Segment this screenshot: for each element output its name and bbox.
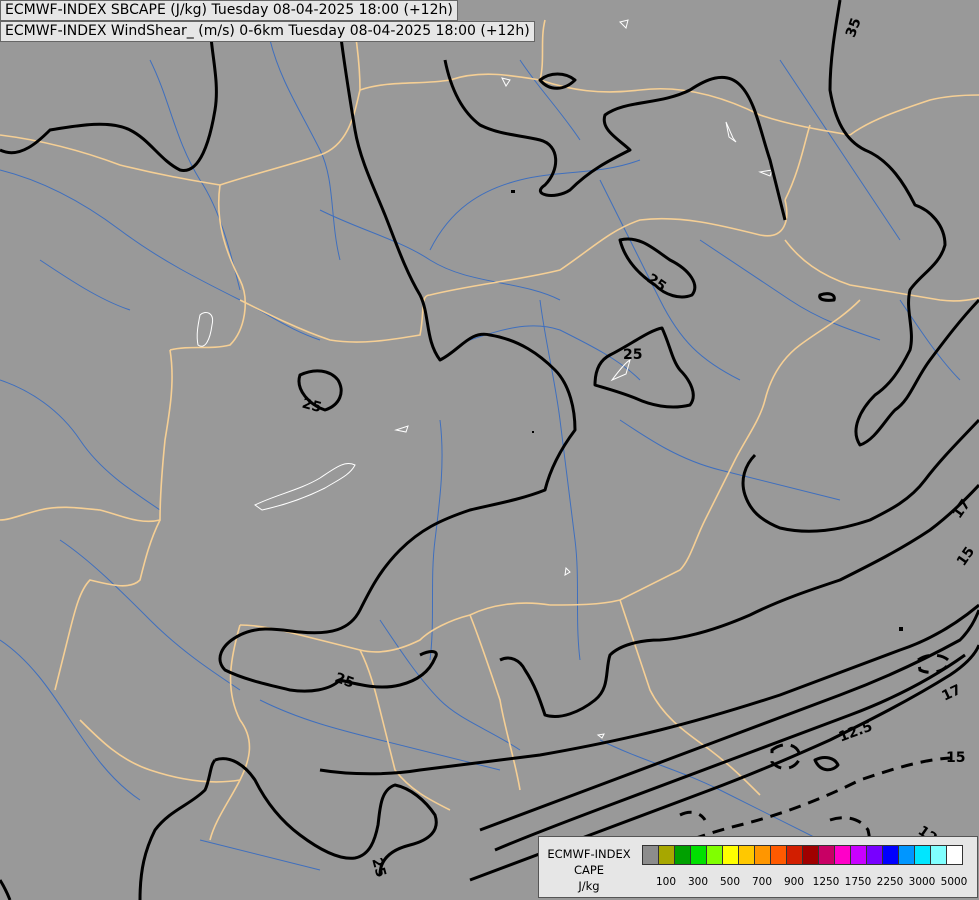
legend-tick-label: 500 [719, 876, 741, 888]
legend-tick-label: 100 [655, 876, 677, 888]
legend-model: ECMWF-INDEX [547, 847, 631, 861]
legend-swatch [930, 845, 947, 865]
legend-parameter: CAPE [573, 863, 605, 877]
legend-swatch [706, 845, 723, 865]
legend-swatch [818, 845, 835, 865]
legend-tick-label: 900 [783, 876, 805, 888]
legend-tick-label: 3000 [908, 876, 936, 888]
grid-point-marker [511, 190, 515, 193]
legend-color-scale [642, 845, 963, 865]
legend-swatch [946, 845, 963, 865]
grid-point-marker [899, 627, 903, 631]
legend-swatch [898, 845, 915, 865]
legend-unit: J/kg [578, 879, 600, 893]
legend-swatch [866, 845, 883, 865]
legend-swatch [882, 845, 899, 865]
map-title-windshear: ECMWF-INDEX WindShear_ (m/s) 0-6km Tuesd… [0, 21, 535, 42]
legend-swatch [914, 845, 931, 865]
legend-swatch [658, 845, 675, 865]
legend-swatch [690, 845, 707, 865]
legend-tick-label: 300 [687, 876, 709, 888]
cape-legend: ECMWF-INDEX CAPE J/kg 100 300 500 700 900 125… [538, 836, 978, 898]
legend-swatch [834, 845, 851, 865]
legend-swatch [770, 845, 787, 865]
legend-swatch [802, 845, 819, 865]
legend-swatch [722, 845, 739, 865]
legend-tick-labels: 100 300 500 700 900 1250 1750 2250 3000 5000 [642, 876, 972, 890]
weather-map: 35 25 25 25 25 25 17 15 17 12.5 15 12 10 [0, 0, 979, 900]
legend-swatch [642, 845, 659, 865]
legend-tick-label: 1250 [812, 876, 840, 888]
legend-tick-label: 700 [751, 876, 773, 888]
legend-swatch [754, 845, 771, 865]
legend-tick-label: 2250 [876, 876, 904, 888]
contour-label-25: 25 [623, 347, 642, 363]
contour-label-15: 15 [946, 750, 965, 766]
legend-swatch [786, 845, 803, 865]
map-title-cape: ECMWF-INDEX SBCAPE (J/kg) Tuesday 08-04-… [0, 0, 458, 21]
legend-swatch [850, 845, 867, 865]
grid-point-marker [532, 431, 534, 433]
legend-tick-label: 1750 [844, 876, 872, 888]
legend-title: ECMWF-INDEX CAPE J/kg [543, 846, 635, 894]
legend-tick-label: 5000 [940, 876, 968, 888]
legend-swatch [738, 845, 755, 865]
map-background [0, 0, 979, 900]
legend-swatch [674, 845, 691, 865]
